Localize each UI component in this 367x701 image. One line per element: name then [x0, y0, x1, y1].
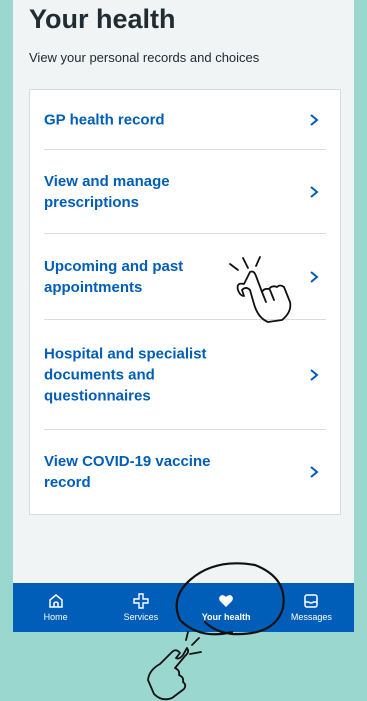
menu-item-label: Hospital and specialist documents and qu… [44, 345, 207, 404]
health-menu-card: GP health record View and manage prescri… [29, 89, 341, 515]
menu-item-label: View COVID-19 vaccine record [44, 453, 211, 491]
heart-icon [219, 595, 234, 607]
menu-item-label: View and manage prescriptions [44, 172, 170, 211]
page-subtitle: View your personal records and choices [29, 50, 260, 65]
services-cross-icon [133, 593, 149, 609]
home-icon [48, 594, 63, 608]
bottom-nav: Home Services Your health Messages [13, 583, 354, 632]
chevron-right-icon [310, 270, 319, 283]
menu-item-hospital-documents[interactable]: Hospital and specialist documents and qu… [44, 320, 326, 430]
nav-label: Services [123, 612, 159, 622]
nav-home[interactable]: Home [13, 583, 98, 632]
menu-item-gp-health-record[interactable]: GP health record [44, 90, 326, 150]
menu-item-covid-vaccine-record[interactable]: View COVID-19 vaccine record [44, 430, 326, 514]
nav-label: Messages [290, 612, 332, 622]
chevron-right-icon [310, 185, 319, 198]
nav-messages[interactable]: Messages [269, 583, 354, 632]
nav-your-health[interactable]: Your health [184, 583, 269, 632]
nav-label: Home [43, 612, 68, 622]
nav-services[interactable]: Services [98, 583, 183, 632]
page-title: Your health [29, 4, 176, 34]
nav-label: Your health [201, 612, 251, 622]
menu-item-label: Upcoming and past appointments [44, 257, 184, 296]
menu-item-label: GP health record [44, 111, 165, 128]
chevron-right-icon [310, 466, 319, 478]
chevron-right-icon [310, 113, 319, 126]
inbox-icon [304, 594, 319, 608]
chevron-right-icon [310, 368, 319, 381]
pointing-hand-icon [147, 631, 202, 701]
menu-item-prescriptions[interactable]: View and manage prescriptions [44, 150, 326, 234]
menu-item-appointments[interactable]: Upcoming and past appointments [44, 234, 326, 320]
app-screen: Your health View your personal records a… [13, 0, 354, 632]
